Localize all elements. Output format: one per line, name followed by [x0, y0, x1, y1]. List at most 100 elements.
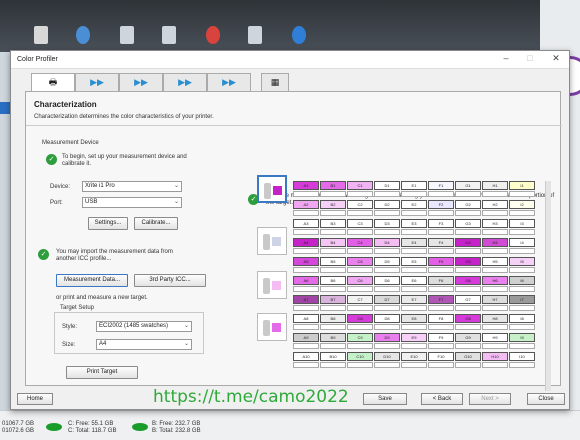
back-button[interactable]: < Back: [421, 393, 463, 405]
swatch-scrollbar[interactable]: [545, 181, 551, 391]
swatch-cell[interactable]: A3: [293, 219, 319, 228]
swatch-cell[interactable]: F7: [428, 295, 454, 304]
swatch-cell[interactable]: G5: [455, 257, 481, 266]
swatch-cell[interactable]: B8: [320, 314, 346, 323]
swatch-cell[interactable]: I2: [509, 200, 535, 209]
swatch-cell[interactable]: A9: [293, 333, 319, 342]
swatch-cell[interactable]: F3: [428, 219, 454, 228]
device-select[interactable]: Xrite i1 Pro ⌄: [82, 181, 182, 192]
swatch-cell[interactable]: I9: [509, 333, 535, 342]
next-button[interactable]: Next >: [469, 393, 511, 405]
tab-step-4[interactable]: ▶▶: [163, 73, 207, 91]
swatch-cell[interactable]: C2: [347, 200, 373, 209]
swatch-cell[interactable]: H4: [482, 238, 508, 247]
tab-step-3[interactable]: ▶▶: [119, 73, 163, 91]
target-page-thumb-3[interactable]: [257, 271, 287, 299]
swatch-cell[interactable]: I6: [509, 276, 535, 285]
tab-step-5[interactable]: ▶▶: [207, 73, 251, 91]
swatch-cell[interactable]: H8: [482, 314, 508, 323]
swatch-cell[interactable]: B5: [320, 257, 346, 266]
swatch-cell[interactable]: H6: [482, 276, 508, 285]
swatch-cell[interactable]: F6: [428, 276, 454, 285]
swatch-cell[interactable]: E8: [401, 314, 427, 323]
swatch-cell[interactable]: D5: [374, 257, 400, 266]
style-select[interactable]: ECI2002 (1485 swatches) ⌄: [96, 321, 192, 332]
swatch-cell[interactable]: A6: [293, 276, 319, 285]
swatch-cell[interactable]: I5: [509, 257, 535, 266]
close-window-button[interactable]: ✕: [547, 53, 565, 67]
swatch-cell[interactable]: B3: [320, 219, 346, 228]
swatch-cell[interactable]: C6: [347, 276, 373, 285]
swatch-cell[interactable]: C8: [347, 314, 373, 323]
swatch-cell[interactable]: B6: [320, 276, 346, 285]
swatch-cell[interactable]: A1: [293, 181, 319, 190]
swatch-cell[interactable]: G2: [455, 200, 481, 209]
swatch-cell[interactable]: A2: [293, 200, 319, 209]
size-select[interactable]: A4 ⌄: [96, 339, 192, 350]
swatch-cell[interactable]: A5: [293, 257, 319, 266]
swatch-cell[interactable]: E7: [401, 295, 427, 304]
swatch-cell[interactable]: G9: [455, 333, 481, 342]
swatch-cell[interactable]: H5: [482, 257, 508, 266]
swatch-cell[interactable]: E10: [401, 352, 427, 361]
swatch-cell[interactable]: G4: [455, 238, 481, 247]
swatch-cell[interactable]: G7: [455, 295, 481, 304]
swatch-cell[interactable]: C9: [347, 333, 373, 342]
swatch-cell[interactable]: E5: [401, 257, 427, 266]
swatch-cell[interactable]: D1: [374, 181, 400, 190]
swatch-cell[interactable]: D10: [374, 352, 400, 361]
swatch-cell[interactable]: I10: [509, 352, 535, 361]
swatch-cell[interactable]: D3: [374, 219, 400, 228]
swatch-cell[interactable]: H10: [482, 352, 508, 361]
swatch-cell[interactable]: I7: [509, 295, 535, 304]
swatch-cell[interactable]: D8: [374, 314, 400, 323]
target-page-thumb-1[interactable]: [257, 175, 287, 203]
swatch-cell[interactable]: E4: [401, 238, 427, 247]
swatch-cell[interactable]: D2: [374, 200, 400, 209]
swatch-cell[interactable]: C10: [347, 352, 373, 361]
tab-printer[interactable]: 🖶: [31, 73, 75, 92]
swatch-cell[interactable]: C1: [347, 181, 373, 190]
swatch-cell[interactable]: H7: [482, 295, 508, 304]
swatch-cell[interactable]: G10: [455, 352, 481, 361]
swatch-cell[interactable]: G1: [455, 181, 481, 190]
swatch-cell[interactable]: E6: [401, 276, 427, 285]
swatch-cell[interactable]: C4: [347, 238, 373, 247]
close-button[interactable]: Close: [527, 393, 565, 405]
swatch-cell[interactable]: G6: [455, 276, 481, 285]
swatch-cell[interactable]: G8: [455, 314, 481, 323]
print-target-button[interactable]: Print Target: [66, 366, 138, 379]
swatch-cell[interactable]: H3: [482, 219, 508, 228]
save-button[interactable]: Save: [363, 393, 407, 405]
measurement-data-button[interactable]: Measurement Data...: [56, 274, 128, 287]
swatch-cell[interactable]: D4: [374, 238, 400, 247]
swatch-cell[interactable]: H2: [482, 200, 508, 209]
target-page-thumb-2[interactable]: [257, 227, 287, 255]
home-button[interactable]: Home: [17, 393, 53, 405]
swatch-cell[interactable]: B1: [320, 181, 346, 190]
swatch-cell[interactable]: D9: [374, 333, 400, 342]
swatch-cell[interactable]: A10: [293, 352, 319, 361]
swatch-cell[interactable]: F5: [428, 257, 454, 266]
tab-step-2[interactable]: ▶▶: [75, 73, 119, 91]
swatch-cell[interactable]: A4: [293, 238, 319, 247]
swatch-cell[interactable]: A8: [293, 314, 319, 323]
swatch-cell[interactable]: H9: [482, 333, 508, 342]
swatch-cell[interactable]: D6: [374, 276, 400, 285]
swatch-cell[interactable]: I3: [509, 219, 535, 228]
settings-button[interactable]: Settings...: [88, 217, 128, 230]
swatch-cell[interactable]: H1: [482, 181, 508, 190]
swatch-cell[interactable]: E1: [401, 181, 427, 190]
swatch-cell[interactable]: B10: [320, 352, 346, 361]
tab-export[interactable]: ▦: [261, 73, 289, 91]
swatch-cell[interactable]: E9: [401, 333, 427, 342]
swatch-cell[interactable]: F4: [428, 238, 454, 247]
minimize-button[interactable]: –: [497, 53, 515, 67]
swatch-cell[interactable]: B7: [320, 295, 346, 304]
swatch-cell[interactable]: F1: [428, 181, 454, 190]
swatch-cell[interactable]: I4: [509, 238, 535, 247]
swatch-cell[interactable]: G3: [455, 219, 481, 228]
swatch-cell[interactable]: E2: [401, 200, 427, 209]
swatch-cell[interactable]: F10: [428, 352, 454, 361]
swatch-cell[interactable]: C3: [347, 219, 373, 228]
